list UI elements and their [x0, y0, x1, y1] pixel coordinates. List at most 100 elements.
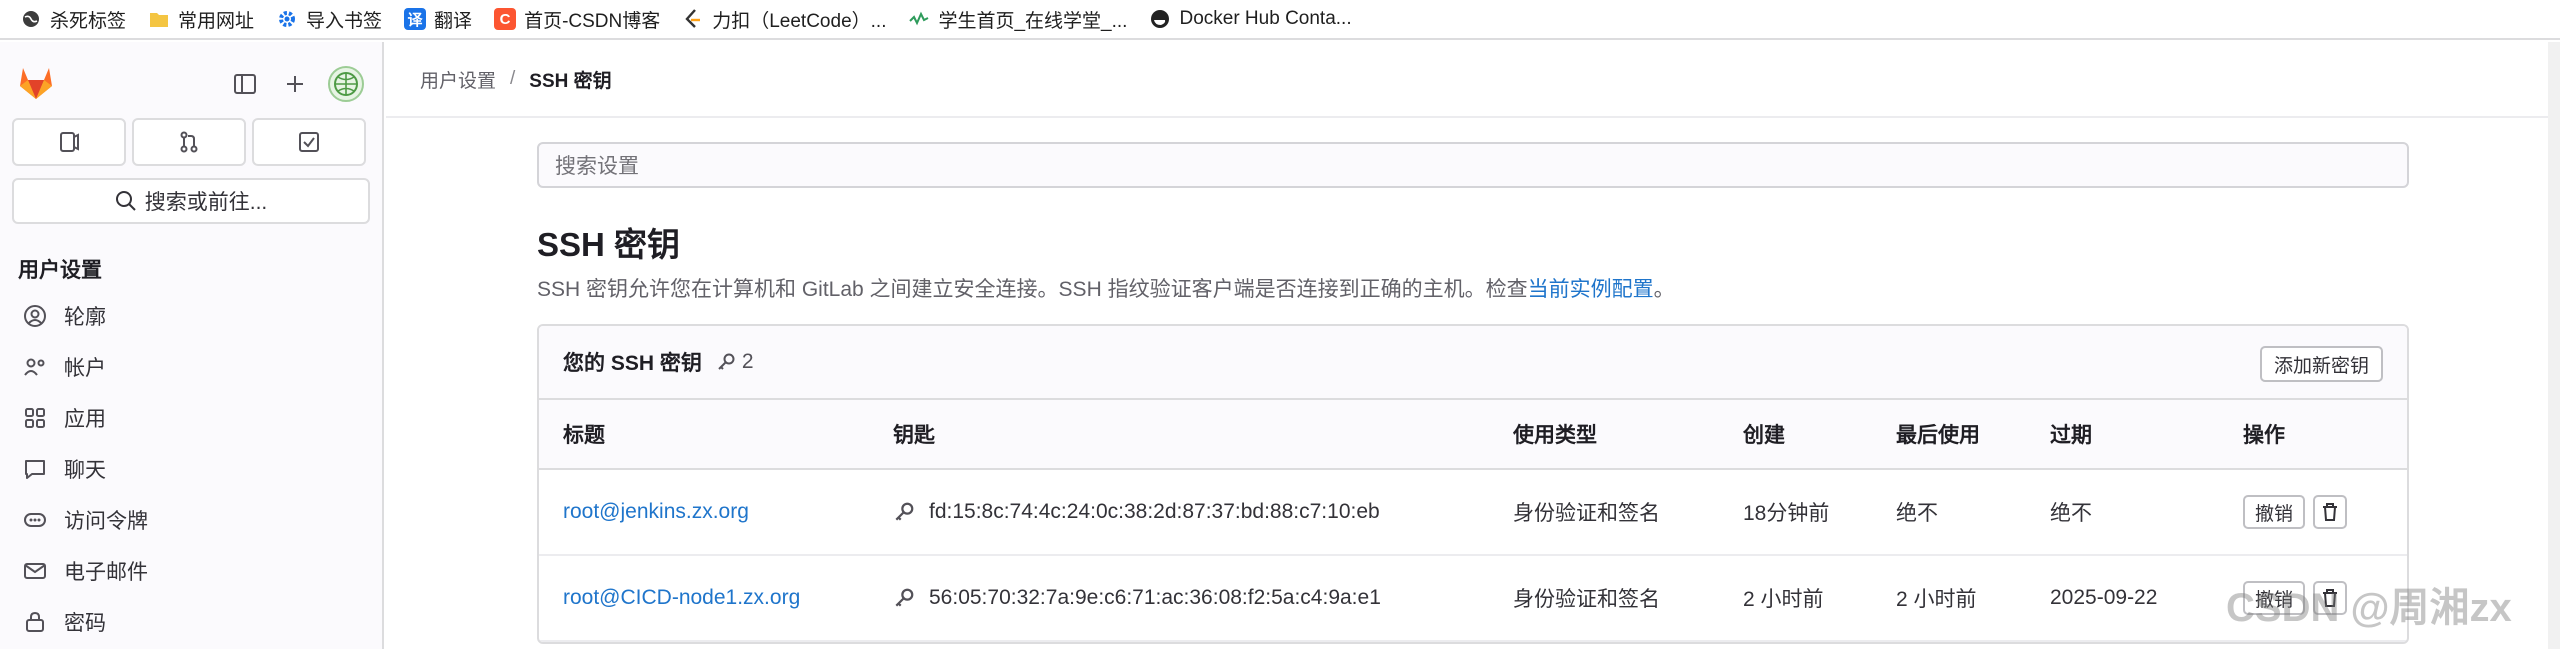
add-new-key-button[interactable]: 添加新密钥 [2259, 346, 2383, 382]
gitlab-logo-icon[interactable] [16, 62, 56, 102]
todos-button[interactable] [252, 118, 366, 166]
issues-button[interactable] [12, 118, 126, 166]
user-circle-icon [22, 303, 48, 329]
bookmarks-bar: 杀死标签 常用网址 导入书签 译 翻译 C 首页-CSDN博客 力扣（LeetC… [0, 0, 2560, 40]
key-title-link[interactable]: root@jenkins.zx.org [563, 500, 749, 524]
column-header-last-used: 最后使用 [1896, 424, 1980, 447]
bookmark-item[interactable]: 力扣（LeetCode）... [682, 6, 886, 33]
apps-icon [22, 405, 48, 431]
created-time: 18分钟前 [1743, 502, 1830, 525]
bookmark-item[interactable]: Docker Hub Conta... [1149, 8, 1352, 30]
column-header-key: 钥匙 [893, 424, 935, 447]
row-actions: 撤销 [2243, 495, 2348, 529]
page-scrollbar[interactable] [2548, 42, 2560, 649]
column-header-usage: 使用类型 [1513, 424, 1597, 447]
avatar[interactable] [328, 66, 364, 102]
usage-type: 身份验证和签名 [1513, 588, 1660, 611]
key-icon [718, 353, 735, 370]
translate-icon: 译 [404, 8, 427, 30]
bookmark-label: 杀死标签 [50, 10, 127, 32]
table-row: root@CICD-node1.zx.org 56:05:70:32:7a:9e… [539, 556, 2407, 642]
breadcrumb: 用户设置 / SSH 密钥 [386, 42, 2560, 118]
column-header-created: 创建 [1743, 424, 1785, 447]
column-header-expires: 过期 [2050, 424, 2092, 447]
csdn-icon: C [494, 8, 517, 30]
key-icon [895, 588, 914, 607]
key-icon [895, 502, 914, 521]
sidebar-item-access-tokens[interactable]: 访问令牌 [0, 494, 384, 545]
global-search-button[interactable]: 搜索或前往... [12, 178, 370, 224]
gear-icon [276, 8, 298, 30]
card-header: 您的 SSH 密钥 2 添加新密钥 [539, 326, 2407, 400]
table-header: 标题 钥匙 使用类型 创建 最后使用 过期 操作 [539, 400, 2407, 470]
bookmark-label: 首页-CSDN博客 [524, 10, 661, 32]
description-text: SSH 密钥允许您在计算机和 GitLab 之间建立安全连接。SSH 指纹验证客… [537, 278, 1528, 301]
sidebar-item-label: 帐户 [64, 356, 106, 380]
bookmark-item[interactable]: 学生首页_在线学堂_... [908, 6, 1127, 33]
globe-icon [20, 8, 42, 30]
sidebar-item-label: 应用 [64, 407, 106, 431]
sidebar-item-password[interactable]: 密码 [0, 596, 384, 647]
key-fingerprint: 56:05:70:32:7a:9e:c6:71:ac:36:08:f2:5a:c… [893, 586, 1381, 610]
chat-icon [22, 456, 48, 482]
sidebar: 搜索或前往... 用户设置 轮廓 帐户 应用 聊天 访问令牌 电子邮件 密码 [0, 42, 384, 649]
bookmark-label: Docker Hub Conta... [1179, 8, 1352, 29]
revoke-button[interactable]: 撤销 [2243, 495, 2306, 529]
csdn-watermark: CSDN @周湘zx [2226, 586, 2512, 630]
sidebar-item-profile[interactable]: 轮廓 [0, 290, 384, 341]
bookmark-label: 常用网址 [178, 10, 255, 32]
account-icon [22, 354, 48, 380]
lock-icon [22, 609, 48, 635]
expires-value: 绝不 [2050, 502, 2092, 525]
expires-value: 2025-09-22 [2050, 586, 2158, 609]
settings-search-input[interactable]: 搜索设置 [537, 142, 2409, 188]
plus-icon[interactable] [278, 67, 312, 101]
bookmark-label: 力扣（LeetCode）... [712, 10, 887, 32]
sidebar-item-chat[interactable]: 聊天 [0, 443, 384, 494]
breadcrumb-current[interactable]: SSH 密钥 [529, 66, 611, 93]
issues-icon [60, 132, 79, 152]
bookmark-label: 翻译 [434, 10, 473, 32]
fingerprint-text: 56:05:70:32:7a:9e:c6:71:ac:36:08:f2:5a:c… [929, 586, 1381, 609]
key-count-value: 2 [741, 350, 754, 373]
sidebar-item-label: 电子邮件 [64, 560, 148, 584]
bookmark-item[interactable]: 杀死标签 [20, 6, 126, 33]
merge-request-icon [180, 131, 198, 153]
search-label: 搜索或前往... [144, 191, 268, 214]
bookmark-item[interactable]: C 首页-CSDN博客 [494, 6, 660, 33]
table-row: root@jenkins.zx.org fd:15:8c:74:4c:24:0c… [539, 470, 2407, 556]
bookmark-label: 导入书签 [306, 10, 383, 32]
sidebar-item-label: 密码 [64, 611, 106, 635]
leetcode-icon [682, 8, 704, 30]
column-header-title: 标题 [563, 424, 605, 447]
last-used-time: 绝不 [1896, 502, 1938, 525]
breadcrumb-parent-link[interactable]: 用户设置 [420, 66, 496, 93]
sidebar-toggle-icon[interactable] [228, 67, 262, 101]
delete-button[interactable] [2313, 495, 2348, 529]
instance-config-link[interactable]: 当前实例配置 [1528, 278, 1654, 301]
bookmark-item[interactable]: 译 翻译 [404, 6, 472, 33]
merge-requests-button[interactable] [132, 118, 246, 166]
key-title-link[interactable]: root@CICD-node1.zx.org [563, 586, 800, 610]
bookmark-label: 学生首页_在线学堂_... [938, 10, 1128, 32]
fingerprint-text: fd:15:8c:74:4c:24:0c:38:2d:87:37:bd:88:c… [929, 500, 1380, 523]
bookmark-item[interactable]: 导入书签 [276, 6, 382, 33]
sidebar-item-emails[interactable]: 电子邮件 [0, 545, 384, 596]
docker-icon [1149, 8, 1171, 30]
key-count: 2 [716, 350, 754, 374]
ssh-keys-card: 您的 SSH 密钥 2 添加新密钥 标题 钥匙 使用类型 创建 最后使用 过期 … [537, 324, 2409, 644]
breadcrumb-separator: / [510, 68, 516, 89]
column-header-actions: 操作 [2243, 424, 2285, 447]
sidebar-item-label: 聊天 [64, 458, 106, 482]
trash-icon [2323, 503, 2338, 521]
bookmark-item[interactable]: 常用网址 [148, 6, 254, 33]
search-icon [115, 191, 136, 211]
created-time: 2 小时前 [1743, 588, 1824, 611]
mail-icon [22, 558, 48, 584]
card-title: 您的 SSH 密钥 [563, 352, 702, 375]
sidebar-item-applications[interactable]: 应用 [0, 392, 384, 443]
page-title: SSH 密钥 [537, 226, 681, 263]
description-end: 。 [1653, 278, 1675, 301]
page-description: SSH 密钥允许您在计算机和 GitLab 之间建立安全连接。SSH 指纹验证客… [537, 273, 1675, 303]
sidebar-item-account[interactable]: 帐户 [0, 341, 384, 392]
